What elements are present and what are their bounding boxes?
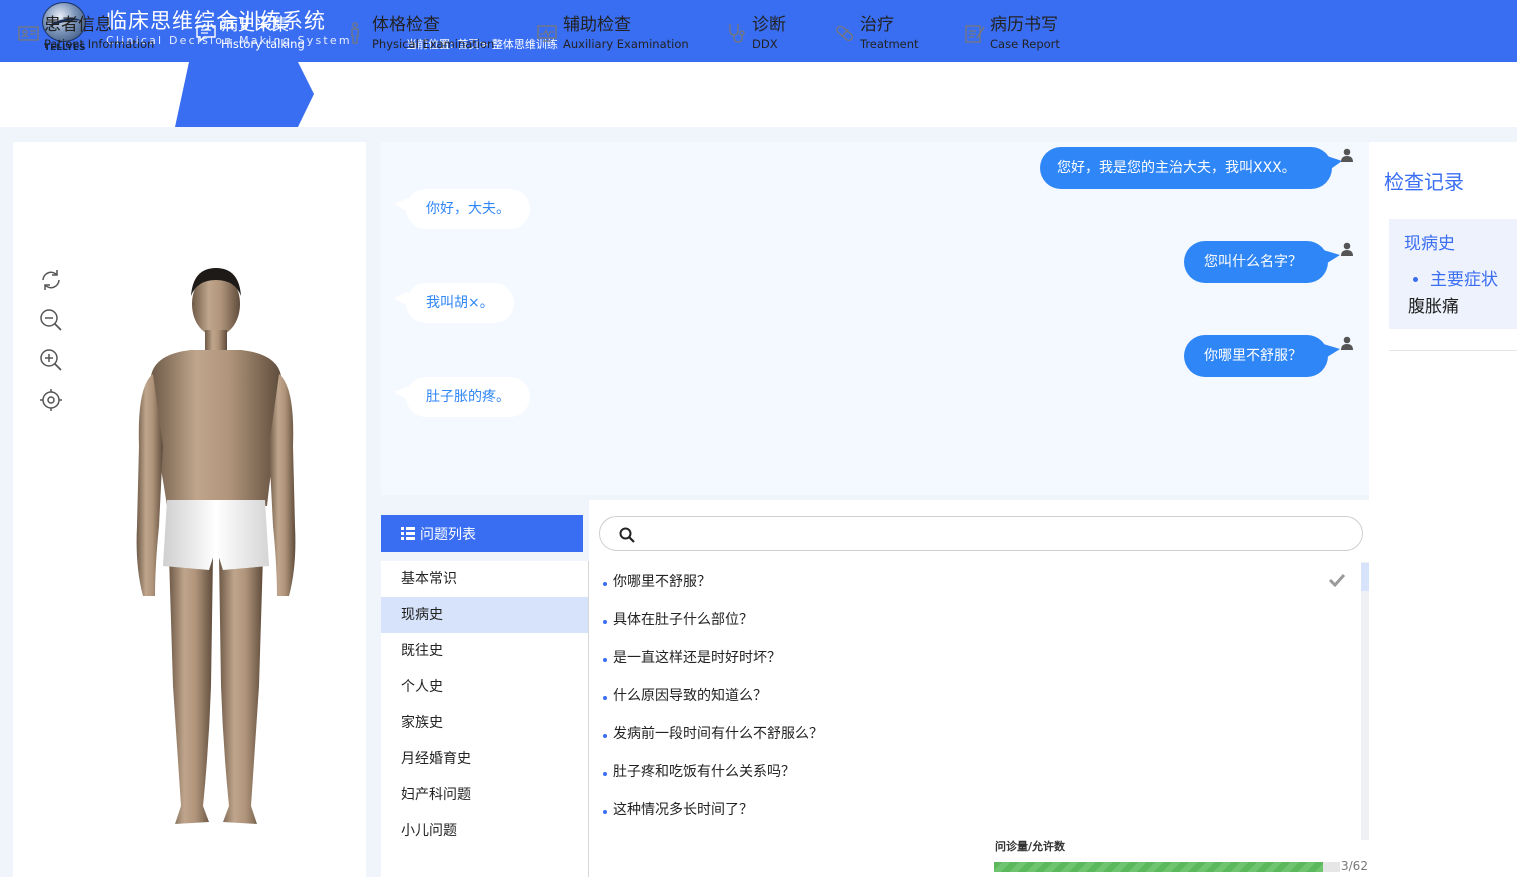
question-list-tab[interactable]: 问题列表 [381,515,583,552]
records-section-title[interactable]: 现病史 [1404,229,1455,254]
chat-message-doctor: 你哪里不舒服？ [1204,348,1302,364]
question-scrollbar[interactable] [1361,562,1369,840]
question-item[interactable]: 发病前一段时间有什么不舒服么？ [603,723,823,743]
chat-message-doctor: 您叫什么名字？ [1204,254,1302,270]
bullet [603,696,607,700]
category-personal-history[interactable]: 个人史 [381,669,588,705]
list-icon [401,527,415,540]
bullet [1413,276,1418,282]
chat-bubble-icon [196,25,216,43]
chat-message-patient: 你好，大夫。 [406,189,530,229]
nav-label-en: Patient Information [44,37,155,51]
locate-icon[interactable] [39,388,63,412]
question-item[interactable]: 是一直这样还是时好时坏？ [603,647,781,667]
doctor-avatar-icon [1341,336,1353,350]
search-input[interactable] [599,516,1363,551]
chat-message-doctor: 您好，我是您的主治大夫，我叫XXX。 [1057,160,1296,176]
quota-label: 问诊量/允许数 [995,840,1066,853]
nav-label-zh: 患者信息 [44,15,112,35]
nav-diagnosis[interactable]: 诊断 DDX [726,0,806,65]
bubble-tail [394,386,408,400]
category-present-illness[interactable]: 现病史 [381,597,588,633]
question-text: 这种情况多长时间了？ [613,802,753,818]
nav-case-report[interactable]: 病历书写 Case Report [964,0,1074,65]
nav-label-zh: 病史采集 [221,15,289,35]
category-pediatrics[interactable]: 小儿问题 [381,813,588,849]
zoom-out-icon[interactable] [39,308,63,332]
bullet [603,810,607,814]
records-title: 检查记录 [1384,170,1464,194]
nav-label-zh: 病历书写 [990,15,1058,35]
category-menstrual-marital[interactable]: 月经婚育史 [381,741,588,777]
stethoscope-icon [729,24,745,43]
records-item-value: 腹胀痛 [1408,297,1459,317]
nav-label-en: DDX [752,37,778,51]
nav-patient-info[interactable]: 患者信息 Patient Information [18,0,168,65]
nav-history-talking[interactable]: 病史采集 History talking [195,0,315,65]
nav-label-en: Physical Examination [372,37,495,51]
doctor-avatar-icon [1341,148,1353,162]
bullet [603,620,607,624]
nav-label-en: Treatment [860,37,919,51]
question-text: 是一直这样还是时好时坏？ [613,650,781,666]
question-text: 什么原因导致的知道么？ [613,688,767,704]
document-edit-icon [965,25,985,43]
bubble-tail [394,198,408,212]
search-icon [619,527,635,543]
chat-area [381,142,1369,495]
records-item[interactable]: 主要症状 [1413,265,1498,290]
rotate-icon[interactable] [39,268,63,292]
question-text: 肚子疼和吃饭有什么关系吗？ [613,764,795,780]
nav-label-en: Case Report [990,37,1060,51]
category-family-history[interactable]: 家族史 [381,705,588,741]
id-card-icon [18,26,39,41]
chat-message-patient: 我叫胡×。 [406,283,514,323]
nav-label-zh: 辅助检查 [563,15,631,35]
records-item-label: 主要症状 [1430,270,1498,290]
question-item[interactable]: 具体在肚子什么部位？ [603,609,753,629]
nav-physical-exam[interactable]: 体格检查 Physical Examination [346,0,506,65]
question-item[interactable]: 肚子疼和吃饭有什么关系吗？ [603,761,795,781]
bullet [603,582,607,586]
nav-auxiliary-exam[interactable]: 辅助检查 Auxiliary Examination [537,0,697,65]
pill-icon [836,25,854,42]
bullet [603,734,607,738]
scrollbar-thumb[interactable] [1361,563,1369,591]
category-list: 基本常识 现病史 既往史 个人史 家族史 月经婚育史 妇产科问题 小儿问题 [381,561,588,877]
quota-progress-fill [994,862,1323,872]
quota-progress-bar [994,862,1340,872]
bullet [603,772,607,776]
question-text: 发病前一段时间有什么不舒服么？ [613,726,823,742]
category-past-history[interactable]: 既往史 [381,633,588,669]
bubble-tail [394,292,408,306]
question-text: 具体在肚子什么部位？ [613,612,753,628]
question-list-title: 问题列表 [420,527,476,543]
question-item[interactable]: 你哪里不舒服？ [603,571,711,591]
category-basic[interactable]: 基本常识 [381,561,588,597]
divider [1389,350,1517,351]
question-item[interactable]: 这种情况多长时间了？ [603,799,753,819]
nav-treatment[interactable]: 治疗 Treatment [834,0,934,65]
nav-label-zh: 治疗 [860,15,894,35]
nav-label-en: Auxiliary Examination [563,37,689,51]
asked-check-icon [1328,573,1346,587]
monitor-icon [537,25,557,42]
model-panel [13,142,366,877]
zoom-in-icon[interactable] [39,348,63,372]
doctor-avatar-icon [1341,242,1353,256]
question-text: 你哪里不舒服？ [613,574,711,590]
chat-message-patient: 肚子胀的疼。 [406,377,530,417]
nav-label-zh: 诊断 [752,15,786,35]
patient-body-model[interactable] [131,266,301,832]
person-icon [351,22,359,44]
nav-label-zh: 体格检查 [372,15,440,35]
bullet [603,658,607,662]
question-item[interactable]: 什么原因导致的知道么？ [603,685,767,705]
nav-active-arrow [175,62,314,127]
quota-value: 3/62 [1341,859,1368,873]
nav-label-en: History talking [221,37,305,51]
category-obstetrics[interactable]: 妇产科问题 [381,777,588,813]
